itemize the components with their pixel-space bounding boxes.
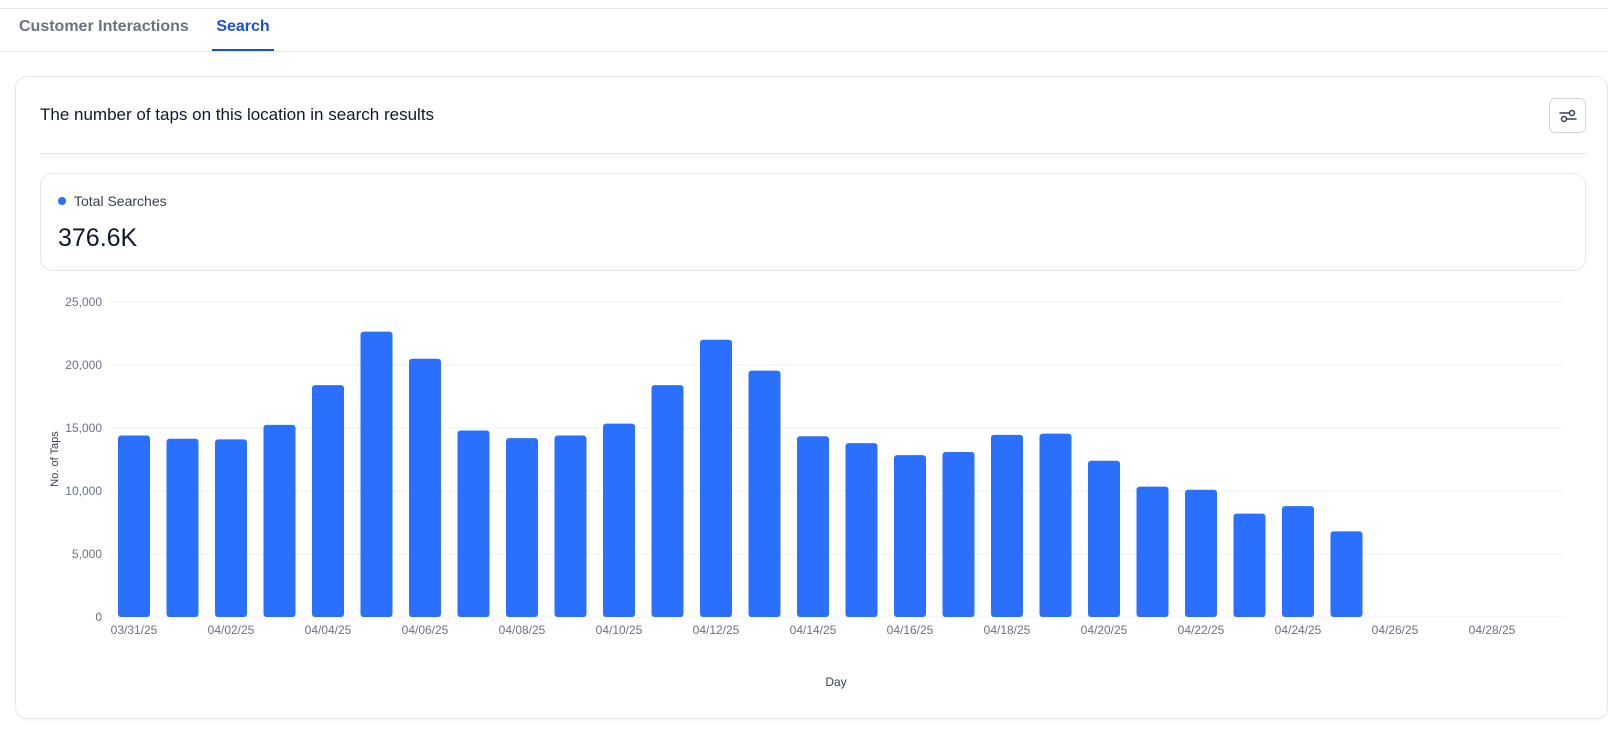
bar (312, 385, 344, 617)
x-tick-label: 04/12/25 (693, 623, 740, 637)
y-tick-label: 25,000 (65, 295, 102, 309)
bar (1330, 531, 1363, 617)
bar (1136, 486, 1169, 617)
bar (651, 385, 684, 617)
x-tick-label: 04/20/25 (1081, 623, 1128, 637)
x-tick-label: 04/26/25 (1372, 623, 1419, 637)
bar (845, 443, 878, 617)
bar (1088, 460, 1120, 617)
bar (894, 455, 926, 617)
x-tick-label: 04/08/25 (499, 623, 546, 637)
x-tick-label: 04/24/25 (1275, 623, 1322, 637)
y-tick-label: 0 (95, 610, 102, 624)
bar (748, 370, 781, 617)
bar (263, 424, 296, 617)
x-tick-label: 03/31/25 (111, 623, 158, 637)
bar (1039, 433, 1072, 617)
x-tick-label: 04/06/25 (402, 623, 449, 637)
x-tick-label: 04/18/25 (984, 623, 1031, 637)
bar (797, 436, 829, 617)
x-tick-label: 04/10/25 (596, 623, 643, 637)
y-axis-title: No. of Taps (49, 431, 61, 487)
x-tick-label: 04/02/25 (208, 623, 255, 637)
bar (1233, 513, 1266, 617)
bar (554, 435, 587, 617)
bar (506, 438, 538, 617)
y-tick-label: 10,000 (65, 484, 102, 498)
bar (166, 438, 199, 617)
y-tick-label: 5,000 (72, 547, 102, 561)
bar (942, 451, 975, 617)
bar (700, 339, 732, 617)
bar (457, 430, 490, 617)
bar (1185, 489, 1217, 617)
bar-chart: 25,000 20,000 15,000 10,000 5,000 0 03/31/25 04… (49, 295, 1564, 689)
x-tick-label: 04/22/25 (1178, 623, 1225, 637)
bar (360, 331, 393, 617)
bar (118, 435, 150, 617)
y-tick-label: 15,000 (65, 421, 102, 435)
x-tick-label: 04/28/25 (1469, 623, 1516, 637)
bar (409, 358, 441, 617)
y-tick-label: 20,000 (65, 358, 102, 372)
bar (603, 423, 635, 617)
x-tick-label: 04/04/25 (305, 623, 352, 637)
x-axis-title: Day (825, 675, 846, 689)
bar (1282, 506, 1314, 617)
x-tick-label: 04/14/25 (790, 623, 837, 637)
x-tick-label: 04/16/25 (887, 623, 934, 637)
bar (991, 434, 1023, 617)
bar (215, 439, 247, 617)
